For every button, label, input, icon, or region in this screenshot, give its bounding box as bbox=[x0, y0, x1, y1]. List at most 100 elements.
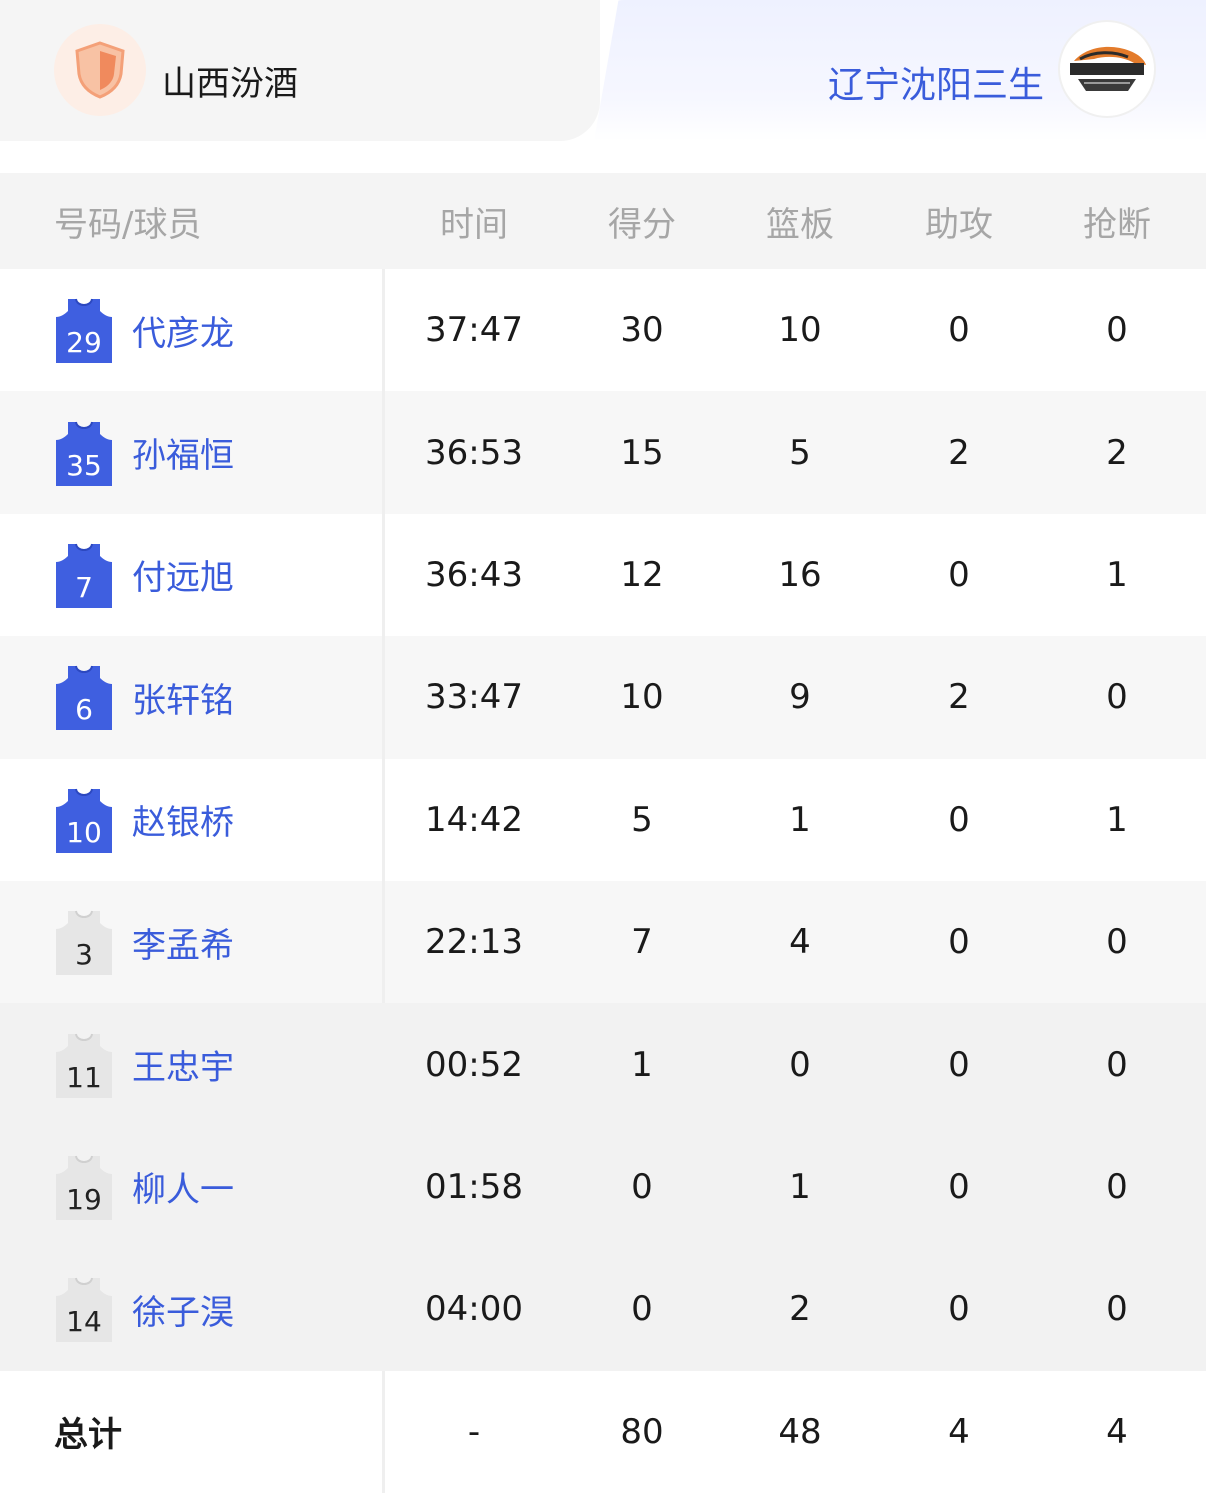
player-points: 15 bbox=[620, 432, 664, 473]
total-time: - bbox=[467, 1411, 481, 1452]
table-row[interactable]: 35 孙福恒 36:53 15 5 2 2 bbox=[0, 391, 1206, 514]
jersey-number: 7 bbox=[75, 570, 93, 604]
total-rebounds: 48 bbox=[778, 1411, 822, 1452]
player-name[interactable]: 赵银桥 bbox=[132, 795, 234, 844]
total-steals: 4 bbox=[1106, 1411, 1128, 1452]
column-header-player[interactable]: 号码/球员 bbox=[54, 197, 201, 246]
column-header-time[interactable]: 时间 bbox=[384, 197, 564, 246]
column-header-steals[interactable]: 抢断 bbox=[1038, 197, 1196, 246]
table-row[interactable]: 3 李孟希 22:13 7 4 0 0 bbox=[0, 880, 1206, 1004]
player-points: 30 bbox=[620, 310, 664, 351]
column-header-assists[interactable]: 助攻 bbox=[880, 197, 1038, 246]
player-rebounds: 9 bbox=[789, 677, 811, 718]
jersey-icon: 3 bbox=[54, 909, 114, 976]
total-row: 总计 - 80 48 4 4 bbox=[0, 1370, 1206, 1493]
jersey-icon: 10 bbox=[54, 787, 114, 853]
player-rebounds: 2 bbox=[789, 1289, 811, 1330]
jersey-icon: 19 bbox=[54, 1154, 114, 1220]
player-name[interactable]: 徐子淏 bbox=[132, 1285, 234, 1334]
player-rebounds: 1 bbox=[789, 1166, 811, 1207]
player-points: 5 bbox=[631, 799, 653, 840]
total-points: 80 bbox=[620, 1411, 664, 1452]
player-time: 00:52 bbox=[425, 1044, 523, 1085]
player-points: 7 bbox=[631, 922, 653, 963]
table-row[interactable]: 11 王忠宇 00:52 1 0 0 0 bbox=[0, 1003, 1206, 1126]
home-team-name[interactable]: 山西汾酒 bbox=[162, 56, 298, 105]
player-assists: 0 bbox=[948, 799, 970, 840]
column-header-points[interactable]: 得分 bbox=[564, 197, 720, 246]
player-name[interactable]: 孙福恒 bbox=[132, 428, 234, 477]
player-points: 0 bbox=[631, 1166, 653, 1207]
away-team-logo[interactable] bbox=[1060, 22, 1154, 116]
home-team-logo[interactable] bbox=[54, 24, 146, 116]
player-rebounds: 0 bbox=[789, 1044, 811, 1085]
jersey-number: 19 bbox=[66, 1182, 102, 1216]
player-assists: 0 bbox=[948, 1289, 970, 1330]
player-steals: 1 bbox=[1106, 799, 1128, 840]
player-assists: 0 bbox=[948, 554, 970, 595]
player-name[interactable]: 李孟希 bbox=[132, 918, 234, 967]
player-steals: 0 bbox=[1106, 922, 1128, 963]
player-name[interactable]: 王忠宇 bbox=[132, 1040, 234, 1089]
jersey-number: 35 bbox=[66, 448, 102, 482]
player-steals: 0 bbox=[1106, 1044, 1128, 1085]
table-row[interactable]: 29 代彦龙 37:47 30 10 0 0 bbox=[0, 269, 1206, 392]
jersey-number: 10 bbox=[66, 815, 102, 849]
player-assists: 2 bbox=[948, 677, 970, 718]
player-time: 36:43 bbox=[425, 554, 523, 595]
table-row[interactable]: 7 付远旭 36:43 12 16 0 1 bbox=[0, 513, 1206, 637]
player-time: 22:13 bbox=[425, 922, 523, 963]
player-assists: 0 bbox=[948, 922, 970, 963]
player-assists: 0 bbox=[948, 1044, 970, 1085]
jersey-number: 29 bbox=[66, 326, 102, 360]
jersey-number: 11 bbox=[66, 1060, 102, 1094]
table-row[interactable]: 6 张轩铭 33:47 10 9 2 0 bbox=[0, 636, 1206, 759]
player-rebounds: 10 bbox=[778, 310, 822, 351]
player-time: 01:58 bbox=[425, 1166, 523, 1207]
player-rebounds: 4 bbox=[789, 922, 811, 963]
player-time: 14:42 bbox=[425, 799, 523, 840]
total-label: 总计 bbox=[54, 1415, 122, 1456]
jersey-number: 14 bbox=[66, 1305, 102, 1339]
jersey-number: 6 bbox=[75, 693, 93, 727]
player-points: 10 bbox=[620, 677, 664, 718]
player-assists: 0 bbox=[948, 1166, 970, 1207]
table-row[interactable]: 19 柳人一 01:58 0 1 0 0 bbox=[0, 1125, 1206, 1249]
player-time: 33:47 bbox=[425, 677, 523, 718]
table-row[interactable]: 14 徐子淏 04:00 0 2 0 0 bbox=[0, 1248, 1206, 1371]
player-rebounds: 1 bbox=[789, 799, 811, 840]
player-steals: 0 bbox=[1106, 310, 1128, 351]
shield-icon bbox=[75, 41, 125, 99]
table-header-row: 号码/球员 时间 得分 篮板 助攻 抢断 bbox=[0, 173, 1206, 269]
player-points: 12 bbox=[620, 554, 664, 595]
total-assists: 4 bbox=[948, 1411, 970, 1452]
player-steals: 2 bbox=[1106, 432, 1128, 473]
player-name[interactable]: 付远旭 bbox=[132, 550, 234, 599]
player-name[interactable]: 柳人一 bbox=[132, 1162, 234, 1211]
jersey-icon: 6 bbox=[54, 664, 114, 731]
column-header-rebounds[interactable]: 篮板 bbox=[720, 197, 880, 246]
table-row[interactable]: 10 赵银桥 14:42 5 1 0 1 bbox=[0, 758, 1206, 881]
player-time: 04:00 bbox=[425, 1289, 523, 1330]
match-header: 山西汾酒 辽宁沈阳三生 bbox=[0, 0, 1206, 141]
player-steals: 0 bbox=[1106, 677, 1128, 718]
player-name[interactable]: 张轩铭 bbox=[132, 673, 234, 722]
jersey-icon: 7 bbox=[54, 542, 114, 608]
away-team-name[interactable]: 辽宁沈阳三生 bbox=[828, 56, 1044, 108]
jersey-icon: 14 bbox=[54, 1276, 114, 1343]
player-assists: 2 bbox=[948, 432, 970, 473]
jersey-icon: 11 bbox=[54, 1032, 114, 1098]
box-score-table: 号码/球员 时间 得分 篮板 助攻 抢断 29 代彦龙 37:47 30 10 0 0 35 孙… bbox=[0, 173, 1206, 1493]
player-time: 36:53 bbox=[425, 432, 523, 473]
player-name[interactable]: 代彦龙 bbox=[132, 306, 234, 355]
jersey-icon: 35 bbox=[54, 420, 114, 486]
leopard-logo-icon bbox=[1070, 46, 1146, 91]
jersey-icon: 29 bbox=[54, 297, 114, 364]
player-time: 37:47 bbox=[425, 310, 523, 351]
player-steals: 1 bbox=[1106, 554, 1128, 595]
player-steals: 0 bbox=[1106, 1289, 1128, 1330]
jersey-number: 3 bbox=[75, 938, 93, 972]
player-rebounds: 5 bbox=[789, 432, 811, 473]
player-assists: 0 bbox=[948, 310, 970, 351]
player-points: 0 bbox=[631, 1289, 653, 1330]
